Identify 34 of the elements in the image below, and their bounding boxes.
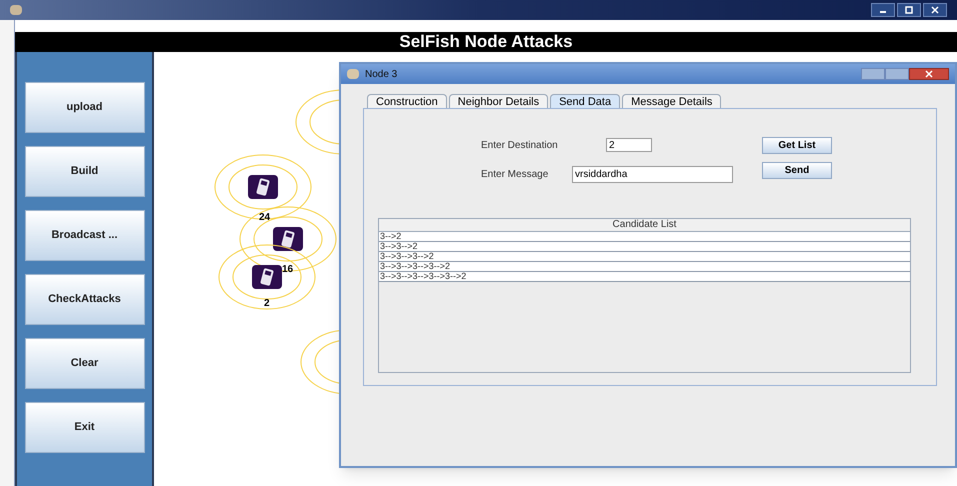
table-cell: 3-->2 — [379, 232, 910, 242]
tab[interactable]: Message Details — [622, 94, 722, 108]
close-icon[interactable] — [923, 3, 947, 17]
sidebar-button[interactable]: CheckAttacks — [24, 274, 144, 325]
sidebar-button[interactable]: Build — [24, 146, 144, 197]
sidebar-button[interactable]: upload — [24, 82, 144, 133]
phone-icon — [273, 227, 303, 251]
close-icon[interactable] — [909, 68, 949, 80]
table-cell: 3-->3-->3-->2 — [379, 252, 910, 262]
destination-label: Enter Destination — [481, 138, 559, 152]
table-cell: 3-->3-->3-->3-->2 — [379, 262, 910, 272]
node-label: 2 — [264, 297, 270, 311]
minimize-icon[interactable] — [871, 3, 895, 17]
phone-icon — [252, 265, 282, 289]
sidebar-button[interactable]: Broadcast ... — [24, 210, 144, 261]
column-header: Candidate List — [379, 219, 910, 232]
app-title: SelFish Node Attacks — [15, 32, 957, 52]
get-list-button[interactable]: Get List — [762, 136, 832, 154]
tab[interactable]: Construction — [367, 94, 447, 108]
dialog-title: Node 3 — [365, 68, 398, 82]
tab[interactable]: Neighbor Details — [448, 94, 548, 108]
sidebar-button[interactable]: Exit — [24, 402, 144, 453]
app-icon — [10, 5, 22, 15]
table-cell: 3-->3-->2 — [379, 242, 910, 252]
app-icon — [347, 69, 359, 79]
maximize-icon[interactable] — [897, 3, 921, 17]
sidebar-button[interactable]: Clear — [24, 338, 144, 389]
send-button[interactable]: Send — [762, 162, 832, 178]
message-label: Enter Message — [481, 168, 550, 182]
destination-field[interactable]: 2 — [606, 138, 652, 152]
table-cell: 3-->3-->3-->3-->3-->2 — [379, 272, 910, 282]
tab[interactable]: Send Data — [550, 94, 620, 108]
message-field[interactable]: vrsiddardha — [572, 166, 733, 182]
phone-icon — [248, 175, 278, 199]
